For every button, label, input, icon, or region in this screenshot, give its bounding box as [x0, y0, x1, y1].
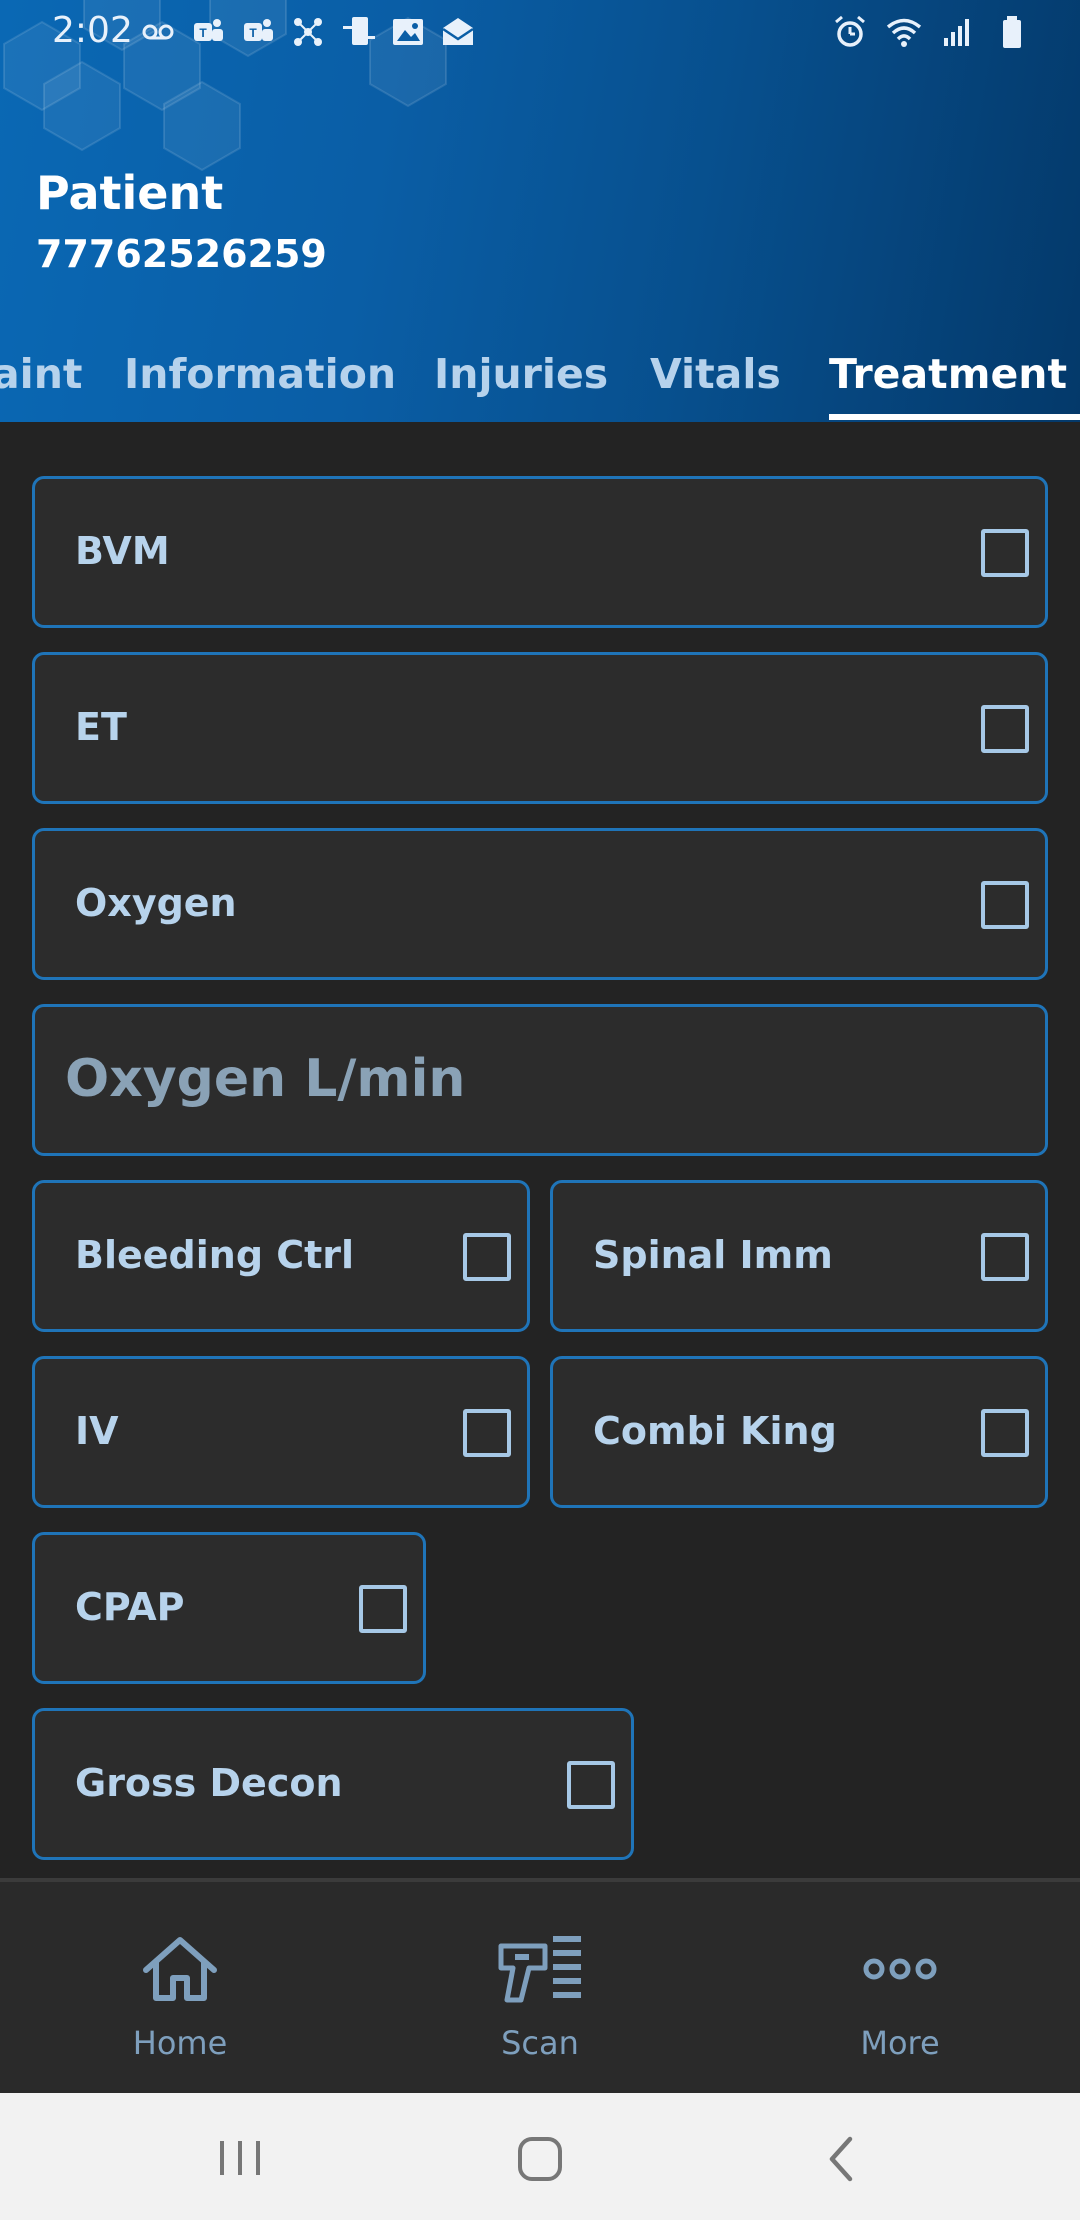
bleeding-ctrl-checkbox[interactable] [463, 1233, 511, 1281]
phone-sync-icon [343, 17, 375, 45]
treatment-oxygen[interactable]: Oxygen [32, 828, 1048, 980]
more-icon [863, 1958, 937, 1980]
treatment-gross-decon[interactable]: Gross Decon [32, 1708, 634, 1860]
system-status-icons [832, 14, 1030, 50]
alarm-icon [835, 15, 865, 47]
nav-home-label: Home [132, 2024, 228, 2062]
scanner-icon [498, 1936, 581, 2003]
back-icon[interactable] [812, 2129, 872, 2189]
svg-text:T: T [199, 26, 207, 40]
gross-decon-checkbox[interactable] [567, 1761, 615, 1809]
home-icon [143, 1937, 217, 2001]
oxygen-rate-placeholder: Oxygen L/min [65, 1049, 466, 1109]
system-navigation-bar [0, 2093, 1080, 2220]
app-header: 2:02 T T Patient 77762526259 aint Inform… [0, 0, 1080, 422]
treatment-cpap[interactable]: CPAP [32, 1532, 426, 1684]
treatment-label: IV [75, 1409, 119, 1453]
nav-more-label: More [860, 2024, 940, 2062]
recent-apps-icon[interactable] [210, 2129, 270, 2189]
tab-complaint[interactable]: aint [0, 350, 83, 398]
patient-id: 77762526259 [36, 232, 327, 276]
nav-scan[interactable]: Scan [390, 1882, 690, 2097]
mail-icon [442, 18, 474, 45]
tab-bar: aint Information Injuries Vitals Treatme… [0, 350, 1080, 422]
active-tab-indicator [829, 414, 1080, 420]
bottom-navigation: Home Scan More [0, 1878, 1080, 2093]
et-checkbox[interactable] [981, 705, 1029, 753]
treatment-label: Bleeding Ctrl [75, 1233, 355, 1277]
home-button-icon[interactable] [510, 2129, 570, 2189]
treatment-label: Combi King [593, 1409, 837, 1453]
battery-icon [1003, 16, 1021, 48]
oxygen-checkbox[interactable] [981, 881, 1029, 929]
nav-scan-label: Scan [501, 2024, 579, 2062]
tab-injuries[interactable]: Injuries [434, 350, 608, 398]
page-title: Patient [36, 166, 224, 220]
treatment-label: ET [75, 705, 127, 749]
treatment-label: Gross Decon [75, 1761, 343, 1805]
wifi-icon [886, 18, 922, 47]
treatment-bleeding-ctrl[interactable]: Bleeding Ctrl [32, 1180, 530, 1332]
iv-checkbox[interactable] [463, 1409, 511, 1457]
treatment-label: Spinal Imm [593, 1233, 833, 1277]
combi-king-checkbox[interactable] [981, 1409, 1029, 1457]
voicemail-icon [142, 24, 174, 40]
teams-icon: T [244, 19, 273, 41]
treatment-spinal-imm[interactable]: Spinal Imm [550, 1180, 1048, 1332]
treatment-combi-king[interactable]: Combi King [550, 1356, 1048, 1508]
treatment-bvm[interactable]: BVM [32, 476, 1048, 628]
tab-treatment[interactable]: Treatment [829, 350, 1067, 398]
treatment-label: CPAP [75, 1585, 185, 1629]
spinal-imm-checkbox[interactable] [981, 1233, 1029, 1281]
signal-icon [944, 19, 969, 46]
status-time: 2:02 [52, 10, 133, 51]
nav-home[interactable]: Home [30, 1882, 330, 2097]
image-icon [393, 19, 423, 45]
treatment-label: Oxygen [75, 881, 237, 925]
treatment-iv[interactable]: IV [32, 1356, 530, 1508]
cpap-checkbox[interactable] [359, 1585, 407, 1633]
tab-vitals[interactable]: Vitals [650, 350, 781, 398]
network-icon [294, 18, 322, 46]
svg-text:T: T [249, 26, 257, 40]
nav-more[interactable]: More [750, 1882, 1050, 2097]
oxygen-rate-input[interactable]: Oxygen L/min [32, 1004, 1048, 1156]
treatment-label: BVM [75, 529, 170, 573]
status-bar: 2:02 T T [0, 0, 1080, 64]
bvm-checkbox[interactable] [981, 529, 1029, 577]
teams-icon: T [194, 19, 223, 41]
tab-information[interactable]: Information [124, 350, 396, 398]
treatment-et[interactable]: ET [32, 652, 1048, 804]
notification-icons: T T [140, 14, 476, 50]
